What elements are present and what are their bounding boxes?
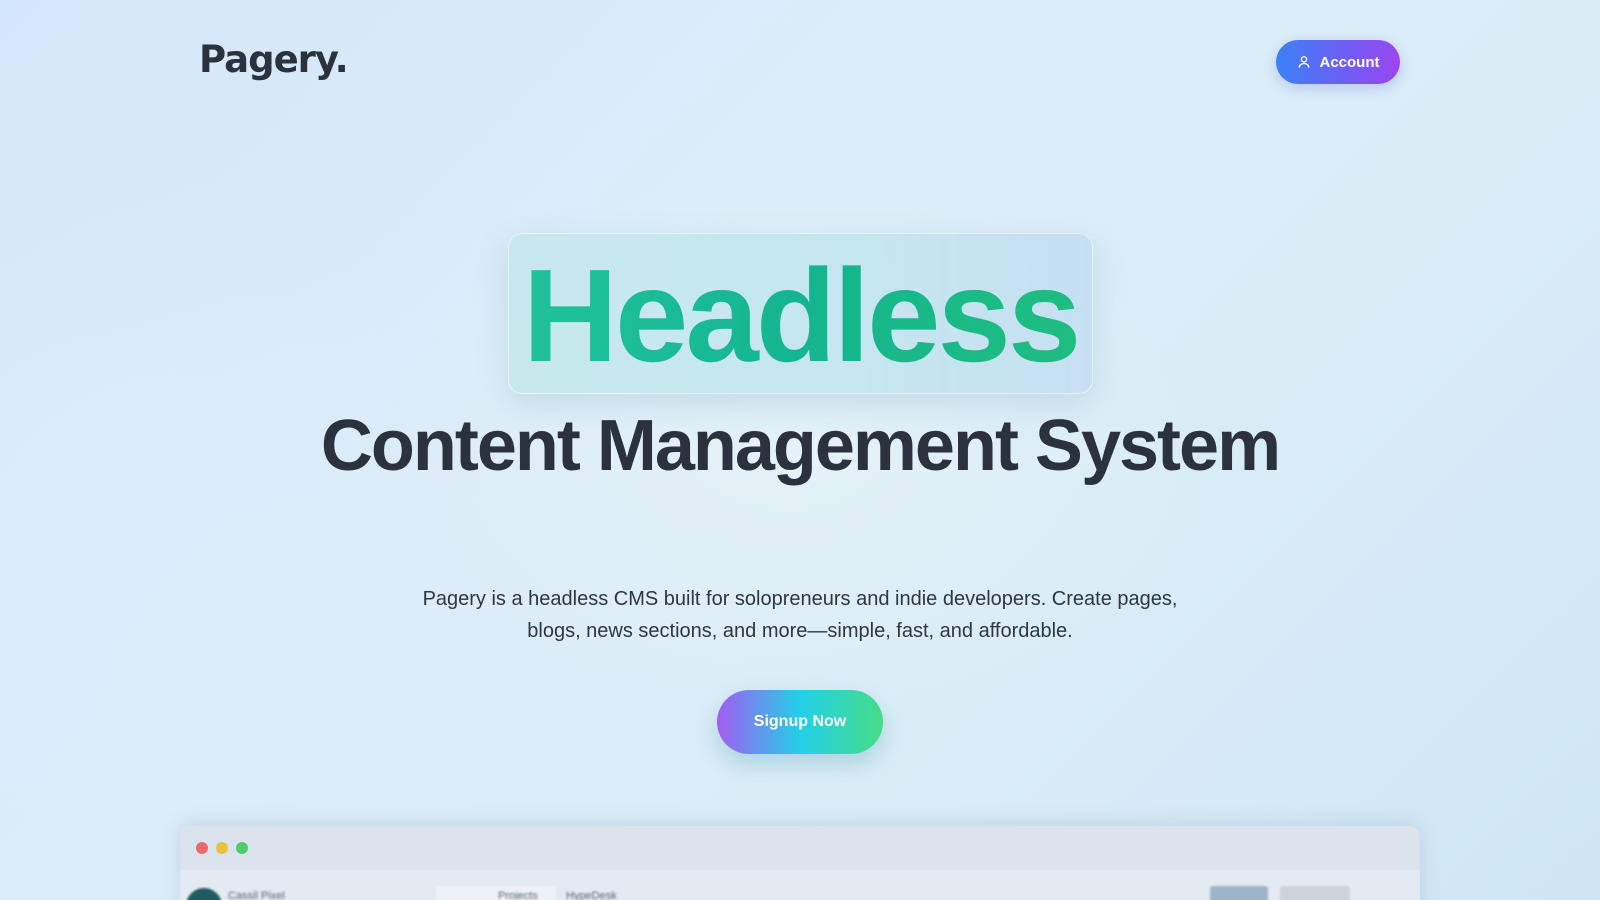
signup-button[interactable]: Signup Now <box>717 690 883 754</box>
preview-titlebar <box>180 826 1420 870</box>
preview-block <box>1210 886 1268 900</box>
preview-app-content: Cassil Pixel Projects HypeDesk <box>180 870 1420 900</box>
preview-avatar <box>186 888 222 900</box>
site-header: Pagery. Account <box>0 0 1600 124</box>
minimize-dot-icon <box>216 842 228 854</box>
user-icon <box>1298 56 1309 68</box>
preview-block <box>436 886 556 900</box>
app-preview-window: Cassil Pixel Projects HypeDesk <box>180 826 1420 900</box>
logo[interactable]: Pagery. <box>199 38 349 81</box>
preview-nav-item: HypeDesk <box>566 890 617 900</box>
hero-badge-text: Headless <box>522 241 1082 389</box>
preview-nav-item: Projects <box>498 890 538 900</box>
account-button-label: Account <box>1319 53 1380 71</box>
hero-badge: Headless <box>508 233 1093 394</box>
account-button[interactable]: Account <box>1276 40 1400 84</box>
preview-block <box>1280 886 1350 900</box>
close-dot-icon <box>196 842 208 854</box>
hero-title: Content Management System <box>320 406 1281 486</box>
hero-subtitle: Pagery is a headless CMS built for solop… <box>422 588 1178 642</box>
maximize-dot-icon <box>236 842 248 854</box>
preview-nav-item: Cassil Pixel <box>228 890 285 900</box>
